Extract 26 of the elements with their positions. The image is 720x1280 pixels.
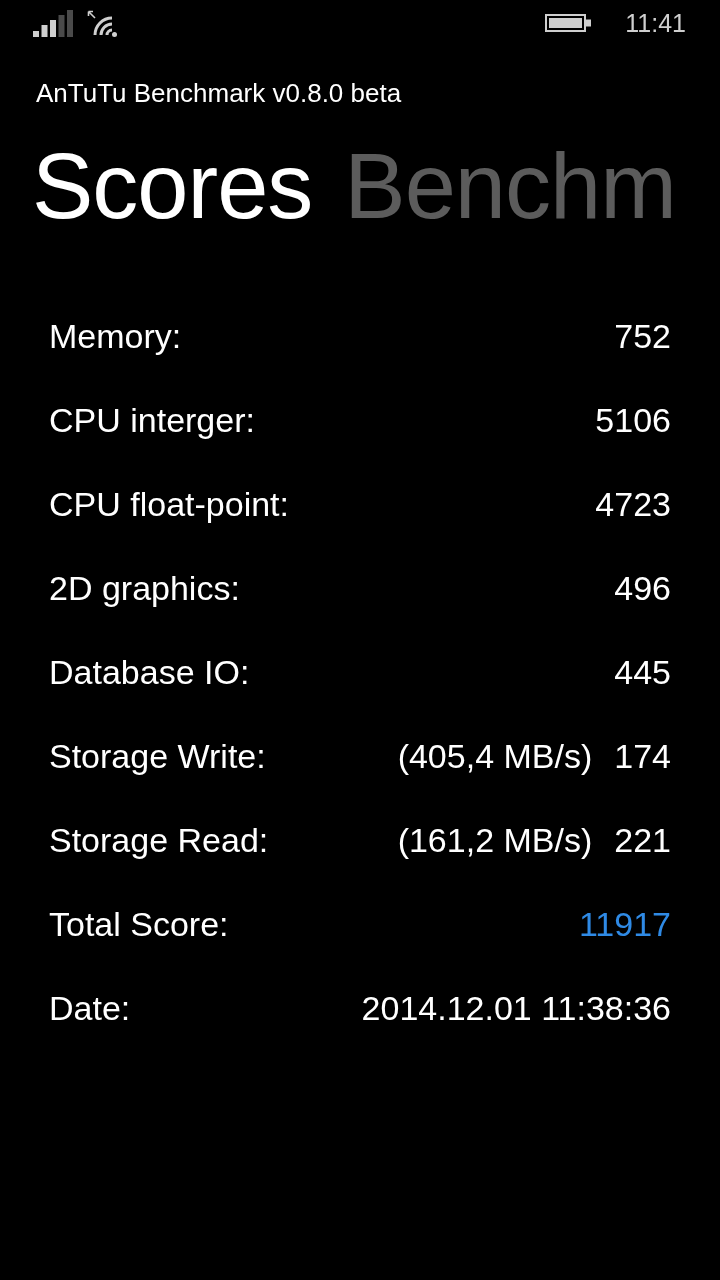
score-label: Memory:	[49, 316, 182, 356]
score-value: 5106	[595, 400, 671, 440]
score-value: 2014.12.01 11:38:36	[361, 988, 671, 1028]
score-label: CPU interger:	[49, 400, 255, 440]
score-value: 752	[614, 316, 671, 356]
score-label: Storage Read:	[49, 820, 269, 860]
score-value: 496	[614, 568, 671, 608]
wifi-icon	[87, 9, 118, 37]
speed-reading: (161,2 MB/s)	[397, 820, 593, 860]
app-title: AnTuTu Benchmark v0.8.0 beta	[35, 77, 403, 109]
pivot-tab[interactable]: Scores	[32, 136, 313, 236]
score-label: Storage Write:	[49, 736, 266, 776]
score-label: Total Score:	[49, 904, 229, 944]
score-value: 445	[614, 652, 671, 692]
score-value: 11917	[578, 904, 671, 944]
score-label: Date:	[49, 988, 131, 1028]
score-label: CPU float-point:	[49, 484, 289, 524]
score-label: 2D graphics:	[49, 568, 240, 608]
score-label: Database IO:	[49, 652, 250, 692]
speed-reading: (405,4 MB/s)	[397, 736, 593, 776]
signal-strength-icon	[33, 9, 73, 37]
battery-icon	[545, 14, 592, 32]
clock-time: 11:41	[625, 8, 686, 38]
score-value: 221	[614, 820, 671, 860]
score-value: 4723	[595, 484, 671, 524]
score-value: 174	[614, 736, 671, 776]
